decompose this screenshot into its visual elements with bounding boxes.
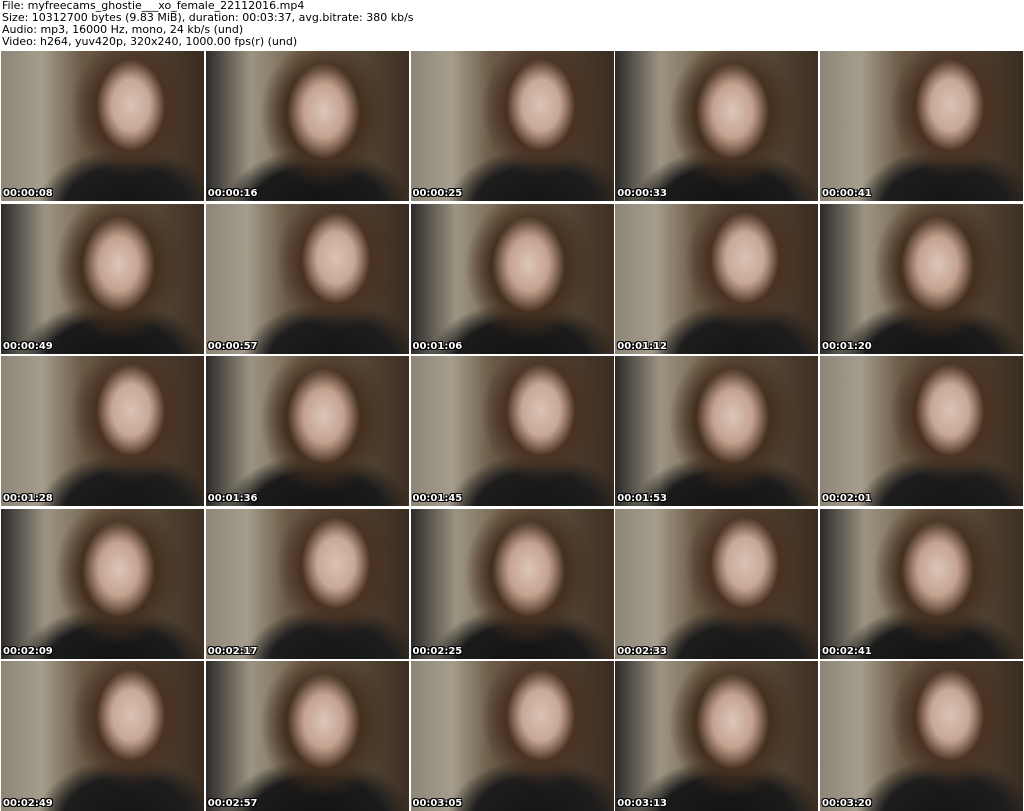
thumbnail: 00:02:17 <box>205 508 409 659</box>
thumbnail: 00:01:45 <box>410 356 614 506</box>
thumbnail-timestamp: 00:03:13 <box>617 798 667 809</box>
video-info-line: Video: h264, yuv420p, 320x240, 1000.00 f… <box>2 35 298 48</box>
thumbnail: 00:01:53 <box>615 356 819 506</box>
thumbnail-timestamp: 00:00:41 <box>822 188 872 199</box>
thumbnail-timestamp: 00:01:12 <box>617 340 667 352</box>
thumbnail-timestamp: 00:01:36 <box>207 493 258 504</box>
thumbnail: 00:02:41 <box>820 508 1023 659</box>
thumbnail: 00:01:20 <box>820 203 1023 354</box>
thumbnail: 00:00:49 <box>1 203 204 354</box>
thumbnail: 00:01:28 <box>1 356 204 506</box>
file-info-header: File: myfreecams_ghostie___xo_female_221… <box>2 0 1022 48</box>
thumbnail-timestamp: 00:02:57 <box>207 798 258 809</box>
thumbnail: 00:03:05 <box>410 661 614 811</box>
thumbnail-grid: 00:00:08 00:00:16 00:00:25 00:00:33 00:0… <box>1 51 1023 811</box>
thumbnail-timestamp: 00:00:25 <box>412 188 463 199</box>
thumbnail: 00:02:01 <box>820 356 1023 506</box>
thumbnail: 00:02:09 <box>1 508 204 659</box>
thumbnail: 00:03:20 <box>820 661 1023 811</box>
thumbnail-timestamp: 00:01:53 <box>617 493 667 504</box>
thumbnail-timestamp: 00:01:28 <box>3 493 53 504</box>
thumbnail-timestamp: 00:03:05 <box>412 798 463 809</box>
thumbnail-timestamp: 00:01:20 <box>822 340 872 352</box>
thumbnail-timestamp: 00:03:20 <box>822 798 872 809</box>
thumbnail: 00:01:12 <box>615 203 819 354</box>
thumbnail-timestamp: 00:00:57 <box>207 340 258 352</box>
thumbnail-timestamp: 00:00:16 <box>207 188 258 199</box>
thumbnail-timestamp: 00:01:06 <box>412 340 463 352</box>
thumbnail: 00:02:33 <box>615 508 819 659</box>
thumbnail: 00:01:36 <box>205 356 409 506</box>
thumbnail: 00:00:33 <box>615 51 819 201</box>
thumbnail-timestamp: 00:00:08 <box>3 188 53 199</box>
thumbnail: 00:00:57 <box>205 203 409 354</box>
thumbnail: 00:00:25 <box>410 51 614 201</box>
thumbnail-timestamp: 00:00:49 <box>3 340 53 352</box>
thumbnail-timestamp: 00:02:01 <box>822 493 872 504</box>
thumbnail-timestamp: 00:02:49 <box>3 798 53 809</box>
thumbnail: 00:03:13 <box>615 661 819 811</box>
thumbnail-timestamp: 00:02:33 <box>617 645 667 657</box>
thumbnail: 00:01:06 <box>410 203 614 354</box>
thumbnail: 00:02:57 <box>205 661 409 811</box>
thumbnail-timestamp: 00:02:25 <box>412 645 463 657</box>
thumbnail-timestamp: 00:00:33 <box>617 188 667 199</box>
thumbnail-timestamp: 00:02:41 <box>822 645 872 657</box>
thumbnail: 00:00:41 <box>820 51 1023 201</box>
thumbnail: 00:02:25 <box>410 508 614 659</box>
thumbnail: 00:00:16 <box>205 51 409 201</box>
thumbnail-timestamp: 00:01:45 <box>412 493 463 504</box>
thumbnail-timestamp: 00:02:17 <box>207 645 258 657</box>
thumbnail: 00:00:08 <box>1 51 204 201</box>
thumbnail-timestamp: 00:02:09 <box>3 645 53 657</box>
thumbnail: 00:02:49 <box>1 661 204 811</box>
